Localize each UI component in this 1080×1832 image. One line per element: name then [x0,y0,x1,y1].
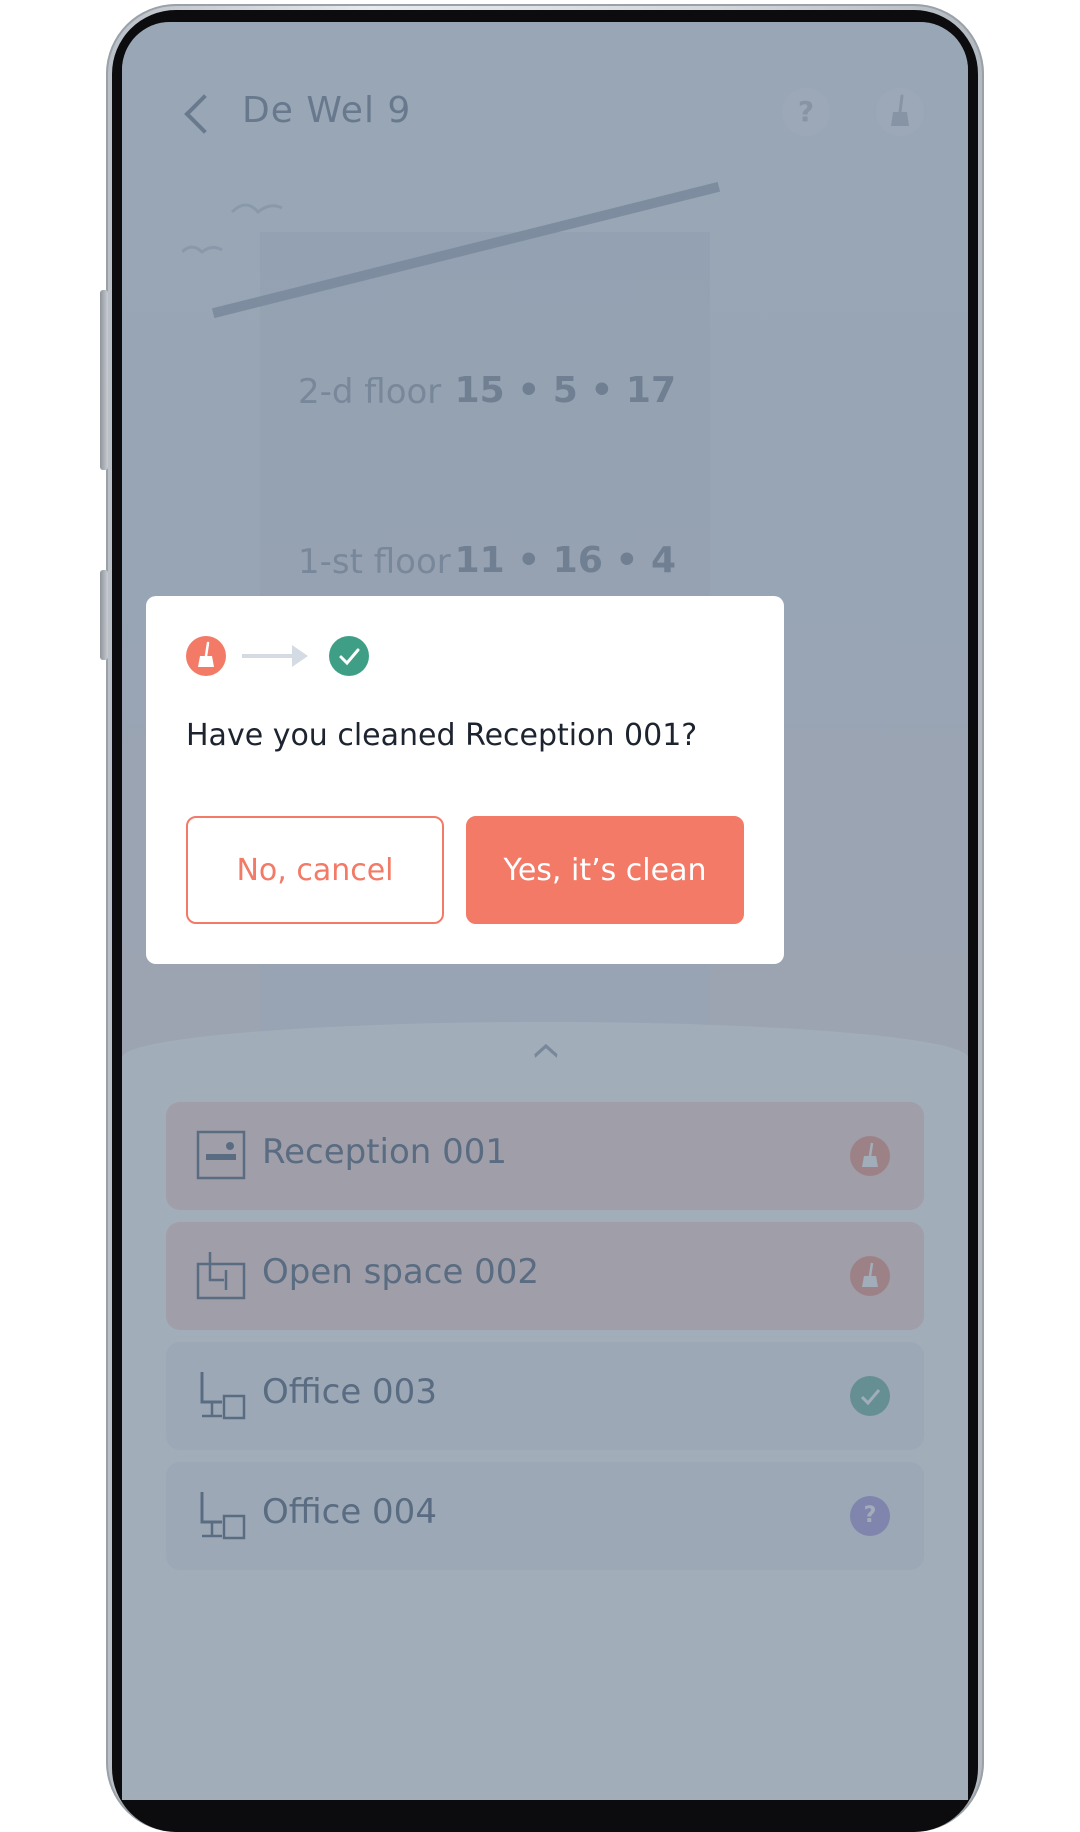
confirm-clean-button[interactable]: Yes, it’s clean [466,816,744,924]
phone-volume-button [100,290,108,470]
arrow-right-icon [242,645,308,667]
dialog-question: Have you cleaned Reception 001? [186,718,698,753]
confirm-clean-dialog: Have you cleaned Reception 001? No, canc… [146,596,784,964]
check-icon [329,636,369,676]
cancel-button[interactable]: No, cancel [186,816,444,924]
phone-power-button [100,570,108,660]
broom-icon [186,636,226,676]
